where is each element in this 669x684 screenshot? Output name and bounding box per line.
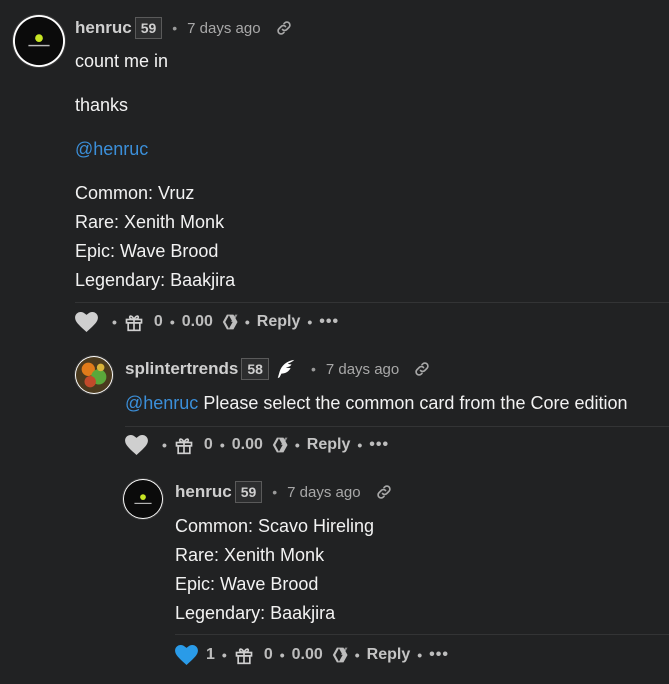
separator: • [172,20,178,36]
comment-actions: • 0 • 0.00 • Reply • ••• [75,310,339,334]
comment-body: Common: Scavo Hireling Rare: Xenith Monk… [175,512,655,628]
heart-icon[interactable] [175,645,198,665]
vote-count[interactable]: 1 [206,646,215,664]
timestamp[interactable]: 7 days ago [326,361,399,378]
feather-icon [275,358,297,380]
card-line: Rare: Xenith Monk [75,212,225,232]
more-options-button[interactable]: ••• [369,436,389,454]
avatar[interactable] [122,478,164,520]
reputation-badge: 59 [234,481,263,503]
payout-value[interactable]: 0.00 [232,436,263,454]
hive-icon [271,436,291,454]
reply-button[interactable]: Reply [367,646,411,664]
mention-link[interactable]: @henruc [125,393,198,413]
card-line: Epic: Wave Brood [175,574,319,594]
hive-icon [331,646,351,664]
separator: • [162,437,167,453]
avatar-image [13,15,65,67]
avatar-image [75,356,113,394]
divider [75,302,669,303]
link-icon[interactable] [375,483,393,501]
author-name[interactable]: henruc [175,482,232,502]
gift-count: 0 [203,436,213,453]
card-line: Common: Scavo Hireling [175,516,375,536]
gift-icon[interactable] [234,645,254,665]
separator: • [112,314,117,330]
comment-body: @henruc Please select the common card fr… [125,389,665,418]
mention-link[interactable]: @henruc [75,135,655,164]
link-icon[interactable] [413,360,431,378]
more-options-button[interactable]: ••• [429,646,449,664]
comment-header: henruc 59 • 7 days ago [175,480,393,504]
separator: • [244,314,250,330]
comment-actions: 1 • 0 • 0.00 • Reply • ••• [175,643,449,667]
body-text: Please select the common card from the C… [198,393,628,413]
divider [125,426,669,427]
gift-count: 0 [153,313,163,330]
reputation-badge: 59 [134,17,163,39]
separator: • [279,647,285,663]
timestamp[interactable]: 7 days ago [187,20,260,37]
comment-body: count me in thanks @henruc Common: Vruz … [75,47,655,295]
separator: • [417,647,423,663]
heart-icon[interactable] [125,435,148,455]
hive-icon [221,313,241,331]
separator: • [219,437,225,453]
body-line: count me in [75,51,169,71]
card-line: Legendary: Baakjira [175,603,336,623]
separator: • [294,437,300,453]
card-line: Common: Vruz [75,183,195,203]
comment-actions: • 0 • 0.00 • Reply • ••• [125,433,389,457]
avatar[interactable] [74,355,114,395]
separator: • [307,314,313,330]
separator: • [272,484,278,500]
avatar-image [123,479,163,519]
separator: • [357,437,363,453]
heart-icon[interactable] [75,312,98,332]
reply-button[interactable]: Reply [307,436,351,454]
gift-count: 0 [263,646,273,663]
author-name[interactable]: splintertrends [125,359,238,379]
body-line: @henruc Please select the common card fr… [125,389,665,418]
payout-value[interactable]: 0.00 [292,646,323,664]
card-line: Legendary: Baakjira [75,270,236,290]
body-line: thanks [75,95,129,115]
separator: • [310,361,316,377]
reply-button[interactable]: Reply [257,313,301,331]
card-line: Rare: Xenith Monk [175,545,325,565]
separator: • [221,647,227,663]
separator: • [354,647,360,663]
reputation-badge: 58 [241,358,269,380]
separator: • [169,314,175,330]
card-line: Epic: Wave Brood [75,241,219,261]
avatar[interactable] [12,14,66,68]
author-name[interactable]: henruc [75,18,132,38]
gift-icon[interactable] [174,435,194,455]
divider [175,634,669,635]
more-options-button[interactable]: ••• [319,313,339,331]
gift-icon[interactable] [124,312,144,332]
link-icon[interactable] [275,19,293,37]
comment-header: splintertrends 58 • 7 days ago [125,357,431,381]
comment-header: henruc 59 • 7 days ago [75,16,293,40]
timestamp[interactable]: 7 days ago [287,484,360,501]
payout-value[interactable]: 0.00 [182,313,213,331]
